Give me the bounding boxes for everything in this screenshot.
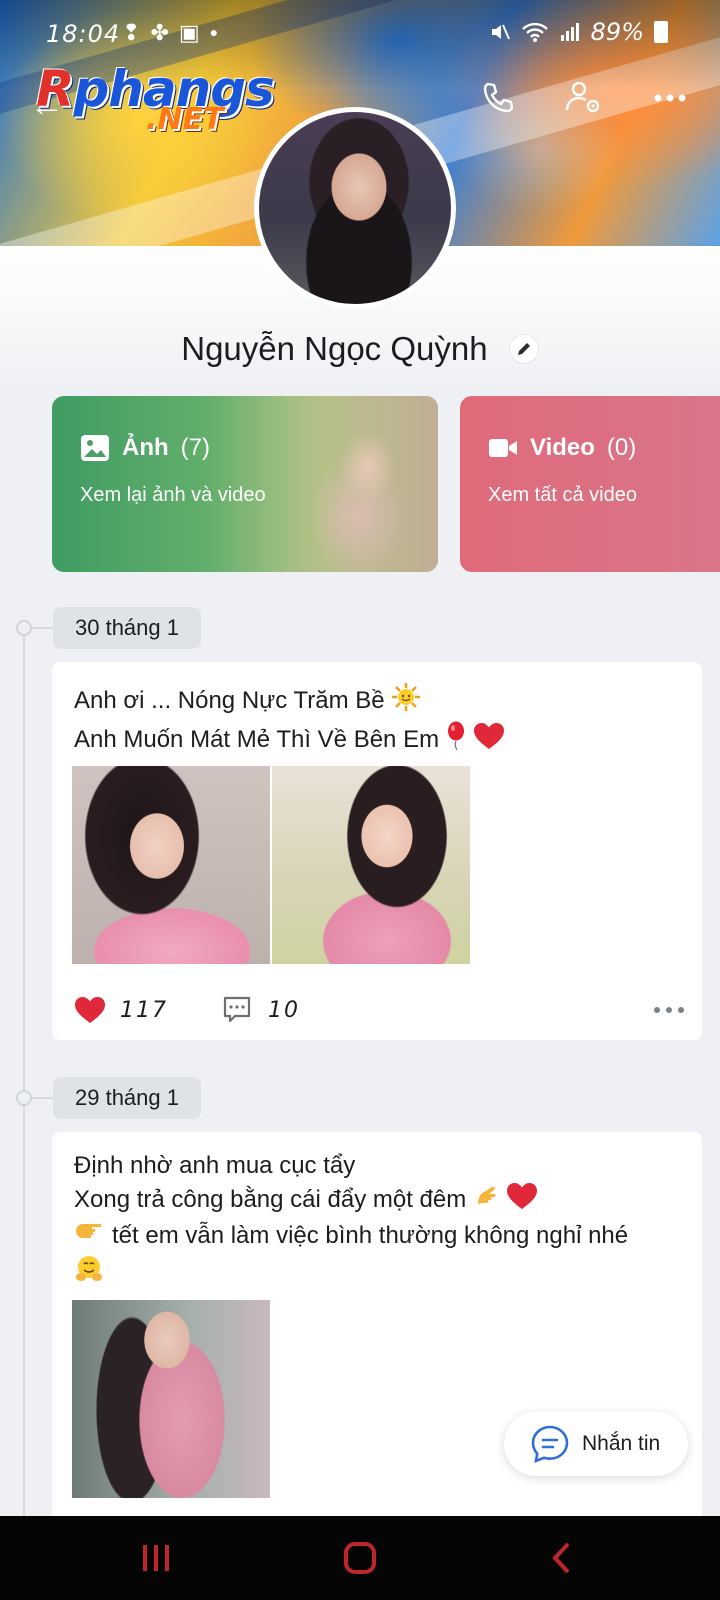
hugging-face-emoji-icon xyxy=(74,1254,104,1293)
videos-album-label: Video xyxy=(530,434,595,461)
message-button[interactable]: Nhắn tin xyxy=(504,1412,688,1476)
pointing-hand-emoji-icon xyxy=(74,1219,104,1254)
more-dot-icon xyxy=(654,1007,660,1013)
video-camera-icon xyxy=(489,439,517,457)
post-more-button[interactable] xyxy=(654,1007,684,1013)
comment-button[interactable]: 10 xyxy=(222,995,300,1025)
back-chevron-icon xyxy=(552,1542,570,1574)
header-actions xyxy=(478,78,690,118)
chat-bubble-icon xyxy=(531,1425,569,1464)
dot-icon: ● xyxy=(209,24,219,40)
post-line: tết em vẫn làm việc bình thường không ng… xyxy=(112,1221,629,1249)
image-icon xyxy=(81,435,109,461)
profile-name: Nguyễn Ngọc Quỳnh xyxy=(181,330,488,368)
post-photo[interactable] xyxy=(72,1300,270,1498)
photos-album-count: (7) xyxy=(180,434,210,461)
date-chip: 29 tháng 1 xyxy=(53,1077,201,1119)
post-photo[interactable] xyxy=(272,766,470,964)
post-photo[interactable] xyxy=(72,766,270,964)
recent-apps-button[interactable] xyxy=(134,1536,178,1580)
beckoning-hand-emoji-icon xyxy=(472,1182,500,1219)
notification-icons: ❢ ✤ ▣ ● xyxy=(122,20,218,46)
watermark-logo: Rphangs .NET xyxy=(36,60,275,137)
recent-apps-icon xyxy=(143,1545,169,1571)
feed-post[interactable]: Anh ơi ... Nóng Nực Trăm Bề Anh Muốn Mát… xyxy=(52,662,702,1040)
alert-icon: ❢ xyxy=(122,20,141,45)
sun-emoji-icon xyxy=(391,682,421,721)
image-icon: ▣ xyxy=(178,20,200,45)
mute-icon xyxy=(491,24,510,40)
phone-icon xyxy=(483,82,514,113)
wifi-icon xyxy=(521,22,548,42)
home-button[interactable] xyxy=(338,1536,382,1580)
profile-settings-button[interactable] xyxy=(564,78,604,118)
profile-screen: 18:04 ❢ ✤ ▣ ● 89% ← Rphangs .NET Nguyễn … xyxy=(0,0,720,1600)
comment-count: 10 xyxy=(268,997,300,1023)
home-icon xyxy=(344,1542,376,1574)
balloon-emoji-icon xyxy=(445,721,467,760)
back-button[interactable] xyxy=(540,1536,584,1580)
timeline-dot xyxy=(16,620,32,636)
videos-album-count: (0) xyxy=(606,434,637,461)
heart-icon xyxy=(75,997,105,1023)
photos-album-title: Ảnh (7) xyxy=(80,434,210,462)
signal-icon xyxy=(560,23,579,41)
battery-icon xyxy=(654,21,668,43)
date-chip: 30 tháng 1 xyxy=(53,607,201,649)
heart-emoji-icon xyxy=(506,1182,538,1219)
pencil-icon xyxy=(517,343,530,356)
battery-percent: 89% xyxy=(590,18,644,46)
system-icons: 89% xyxy=(489,18,668,46)
videos-album-card[interactable]: Video (0) Xem tất cả video xyxy=(460,396,720,572)
post-actions: 117 10 xyxy=(74,990,684,1030)
post-text: Định nhờ anh mua cục tẩy Xong trả công b… xyxy=(74,1150,684,1293)
like-button[interactable]: 117 xyxy=(74,996,168,1024)
post-line: Định nhờ anh mua cục tẩy xyxy=(74,1152,356,1179)
user-settings-icon xyxy=(565,81,600,113)
photos-album-label: Ảnh xyxy=(122,434,169,461)
post-line: Xong trả công bằng cái đẩy một đêm xyxy=(74,1185,467,1213)
edit-name-button[interactable] xyxy=(508,334,539,365)
post-line: Anh ơi ... Nóng Nực Trăm Bề xyxy=(74,686,385,714)
status-bar: 18:04 ❢ ✤ ▣ ● 89% xyxy=(0,0,720,64)
timeline-tick xyxy=(32,1097,54,1099)
videos-album-subtitle: Xem tất cả video xyxy=(488,484,637,506)
timeline-tick xyxy=(32,627,54,629)
call-button[interactable] xyxy=(478,78,518,118)
photos-album-subtitle: Xem lại ảnh và video xyxy=(80,484,266,506)
more-dots-icon xyxy=(654,94,686,102)
more-options-button[interactable] xyxy=(650,78,690,118)
more-dot-icon xyxy=(666,1007,672,1013)
profile-name-row: Nguyễn Ngọc Quỳnh xyxy=(0,328,720,368)
system-navigation-bar xyxy=(0,1516,720,1600)
more-dot-icon xyxy=(678,1007,684,1013)
comment-icon xyxy=(223,996,251,1023)
timeline-line xyxy=(23,628,25,1518)
pinwheel-icon: ✤ xyxy=(150,20,169,45)
album-preview-photo xyxy=(288,396,438,572)
status-time: 18:04 xyxy=(46,20,121,48)
message-button-label: Nhắn tin xyxy=(582,1432,661,1455)
videos-album-title: Video (0) xyxy=(488,434,636,462)
avatar[interactable] xyxy=(254,107,456,309)
like-count: 117 xyxy=(120,997,168,1023)
post-line: Anh Muốn Mát Mẻ Thì Về Bên Em xyxy=(74,725,440,753)
timeline-dot xyxy=(16,1090,32,1106)
heart-emoji-icon xyxy=(473,722,505,759)
post-text: Anh ơi ... Nóng Nực Trăm Bề Anh Muốn Mát… xyxy=(74,682,505,760)
photos-album-card[interactable]: Ảnh (7) Xem lại ảnh và video xyxy=(52,396,438,572)
